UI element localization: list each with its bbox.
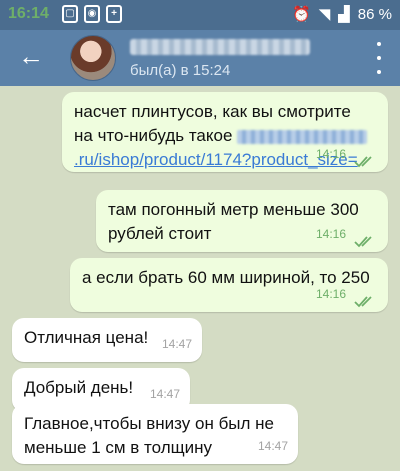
battery-level: 86 % bbox=[357, 5, 392, 23]
instagram-icon: ◉ bbox=[84, 5, 100, 23]
message-time: 14:16 bbox=[315, 287, 346, 301]
system-icons: ⏰ ◥ ▟ 86 % bbox=[292, 5, 392, 24]
message-bubble[interactable]: Главное,чтобы внизу он был не меньше 1 с… bbox=[12, 404, 298, 464]
last-seen-status: был(а) в 15:24 bbox=[130, 62, 231, 79]
message-list: насчет плинтусов, как вы смотрите на что… bbox=[0, 86, 400, 471]
message-bubble[interactable]: насчет плинтусов, как вы смотрите на что… bbox=[62, 92, 388, 172]
message-bubble[interactable]: а если брать 60 мм шириной, то 250 14:16 bbox=[70, 258, 388, 312]
wifi-icon: ◥ bbox=[318, 6, 331, 23]
image-notification-icon: ▢ bbox=[62, 5, 78, 23]
avatar[interactable] bbox=[70, 35, 116, 81]
notification-icons: ▢ ◉ + bbox=[62, 5, 122, 23]
alarm-icon: ⏰ bbox=[292, 6, 311, 23]
read-checkmarks-icon bbox=[354, 236, 372, 248]
message-text: меньше 1 см в толщину bbox=[24, 438, 213, 457]
read-checkmarks-icon bbox=[354, 296, 372, 308]
message-text: там погонный метр меньше 300 bbox=[108, 200, 359, 219]
message-bubble[interactable]: там погонный метр меньше 300 рублей стои… bbox=[96, 190, 388, 252]
message-time: 14:16 bbox=[315, 227, 346, 241]
back-arrow-icon[interactable]: ← bbox=[14, 40, 48, 74]
message-time: 14:16 bbox=[315, 147, 346, 161]
message-time: 14:47 bbox=[149, 387, 180, 401]
more-options-icon[interactable] bbox=[374, 42, 384, 74]
status-bar: 16:14 ▢ ◉ + ⏰ ◥ ▟ 86 % bbox=[0, 0, 400, 30]
battery-saver-icon: + bbox=[106, 5, 122, 23]
read-checkmarks-icon bbox=[354, 156, 372, 168]
contact-name-blurred[interactable] bbox=[130, 39, 310, 55]
message-text: Главное,чтобы внизу он был не bbox=[24, 414, 275, 433]
message-time: 14:47 bbox=[257, 439, 288, 453]
blurred-link-domain[interactable] bbox=[237, 129, 368, 144]
message-text: насчет плинтусов, как вы смотрите bbox=[74, 102, 351, 121]
message-time: 14:47 bbox=[161, 337, 192, 351]
message-bubble[interactable]: Отличная цена! 14:47 bbox=[12, 318, 202, 362]
signal-icon: ▟ bbox=[338, 6, 350, 23]
chat-header: ← был(а) в 15:24 bbox=[0, 30, 400, 86]
